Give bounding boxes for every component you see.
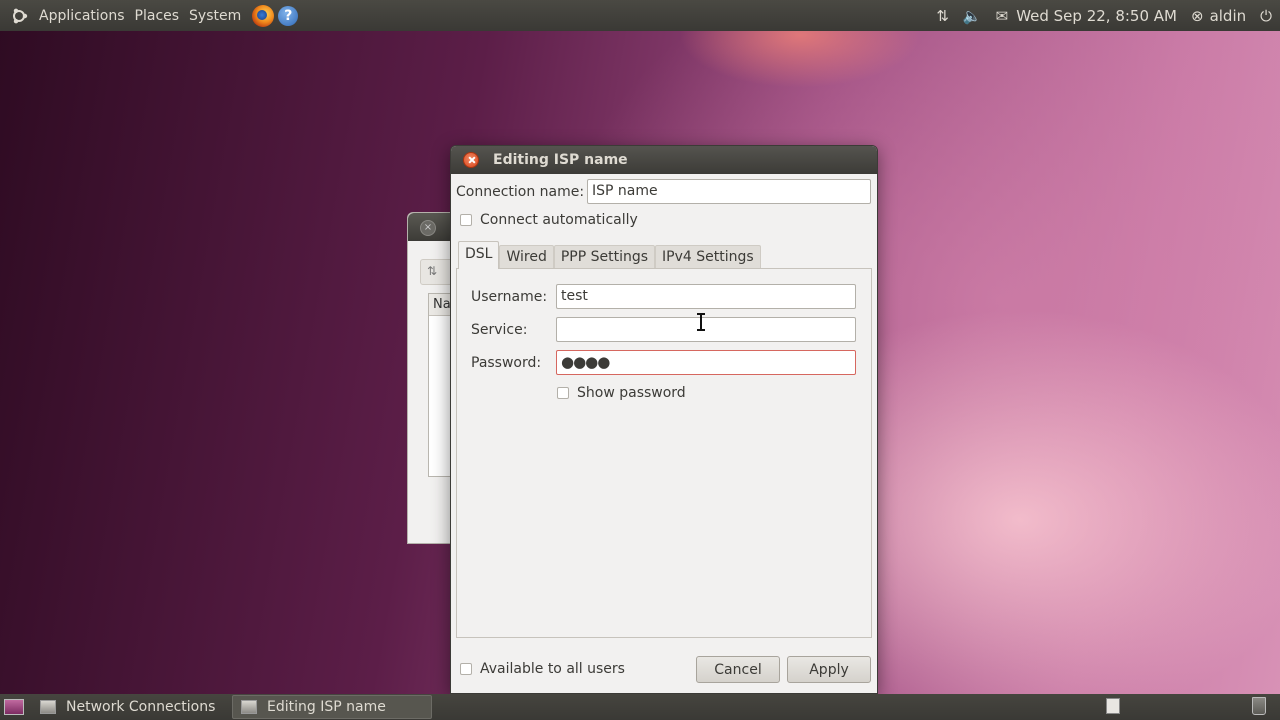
- task-network-connections[interactable]: Network Connections: [32, 695, 232, 719]
- show-desktop-icon[interactable]: [4, 699, 24, 715]
- ubuntu-logo-icon[interactable]: [10, 7, 28, 25]
- show-password-row[interactable]: Show password: [557, 385, 686, 401]
- trash-icon[interactable]: [1252, 697, 1266, 715]
- service-field[interactable]: [556, 317, 856, 342]
- dialog-title: Editing ISP name: [493, 152, 628, 168]
- edit-connection-dialog: Editing ISP name Connection name: ISP na…: [450, 145, 878, 694]
- firefox-icon[interactable]: [252, 4, 275, 27]
- network-connections-icon: [241, 700, 257, 714]
- text-cursor-icon: [697, 313, 705, 331]
- close-icon[interactable]: ×: [420, 220, 436, 236]
- top-panel: Applications Places System ? ⇅ 🔈 ✉ Wed S…: [0, 0, 1280, 31]
- workspace-switcher[interactable]: [1106, 698, 1120, 714]
- username-label: Username:: [471, 288, 548, 305]
- connect-automatically-row[interactable]: Connect automatically: [460, 212, 638, 228]
- task-label: Network Connections: [66, 699, 216, 715]
- menu-applications[interactable]: Applications: [34, 8, 130, 24]
- task-editing-isp-name[interactable]: Editing ISP name: [232, 695, 432, 719]
- menu-system[interactable]: System: [184, 8, 246, 24]
- service-label: Service:: [471, 321, 528, 338]
- connection-name-field[interactable]: ISP name: [587, 179, 871, 204]
- network-icon[interactable]: ⇅: [936, 7, 949, 25]
- available-all-users-row[interactable]: Available to all users: [460, 661, 625, 677]
- menu-places[interactable]: Places: [130, 8, 185, 24]
- connect-automatically-checkbox[interactable]: [460, 214, 472, 226]
- username-row: Username: test: [471, 284, 856, 309]
- show-password-checkbox[interactable]: [557, 387, 569, 399]
- dialog-titlebar[interactable]: Editing ISP name: [451, 146, 877, 174]
- available-all-users-label[interactable]: Available to all users: [480, 661, 625, 677]
- power-icon[interactable]: ⏻: [1260, 7, 1272, 25]
- tab-bar: DSL Wired PPP Settings IPv4 Settings: [458, 241, 761, 269]
- password-label: Password:: [471, 354, 542, 371]
- tab-wired[interactable]: Wired: [499, 245, 554, 269]
- tab-ppp-settings[interactable]: PPP Settings: [553, 245, 656, 269]
- clock[interactable]: Wed Sep 22, 8:50 AM: [1016, 7, 1177, 25]
- cancel-button[interactable]: Cancel: [696, 656, 780, 683]
- connection-name-label: Connection name:: [456, 183, 585, 200]
- task-label: Editing ISP name: [267, 699, 386, 715]
- help-icon[interactable]: ?: [278, 5, 299, 26]
- bottom-panel: Network Connections Editing ISP name: [0, 694, 1280, 720]
- password-row: Password: ●●●●: [471, 350, 856, 375]
- close-icon[interactable]: [463, 152, 479, 168]
- connect-automatically-label[interactable]: Connect automatically: [480, 212, 638, 228]
- user-status-icon[interactable]: ⊗: [1191, 7, 1204, 25]
- show-password-label[interactable]: Show password: [577, 385, 686, 401]
- apply-button[interactable]: Apply: [787, 656, 871, 683]
- tab-ipv4-settings[interactable]: IPv4 Settings: [655, 245, 761, 269]
- network-connections-icon: [40, 700, 56, 714]
- system-tray: ⇅ 🔈 ✉ Wed Sep 22, 8:50 AM ⊗ aldin ⏻: [922, 0, 1272, 31]
- username-field[interactable]: test: [556, 284, 856, 309]
- password-field[interactable]: ●●●●: [556, 350, 856, 375]
- service-row: Service:: [471, 317, 856, 342]
- dsl-tab-panel: Username: test Service: Password: ●●●● S…: [456, 268, 872, 638]
- tab-dsl[interactable]: DSL: [458, 241, 500, 269]
- available-all-users-checkbox[interactable]: [460, 663, 472, 675]
- user-name[interactable]: aldin: [1210, 7, 1247, 25]
- volume-icon[interactable]: 🔈: [963, 7, 982, 25]
- connection-name-row: Connection name: ISP name: [456, 179, 872, 204]
- mail-icon[interactable]: ✉: [996, 7, 1009, 25]
